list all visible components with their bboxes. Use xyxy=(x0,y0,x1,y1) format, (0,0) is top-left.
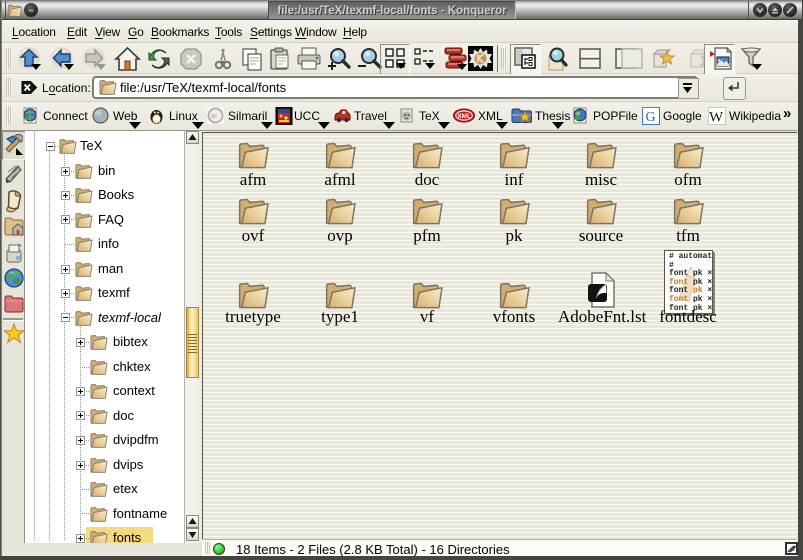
svg-text:XML: XML xyxy=(457,113,471,120)
svg-text:W: W xyxy=(709,110,724,126)
svg-text:G: G xyxy=(646,110,656,125)
svg-text:Sil: Sil xyxy=(211,114,217,120)
